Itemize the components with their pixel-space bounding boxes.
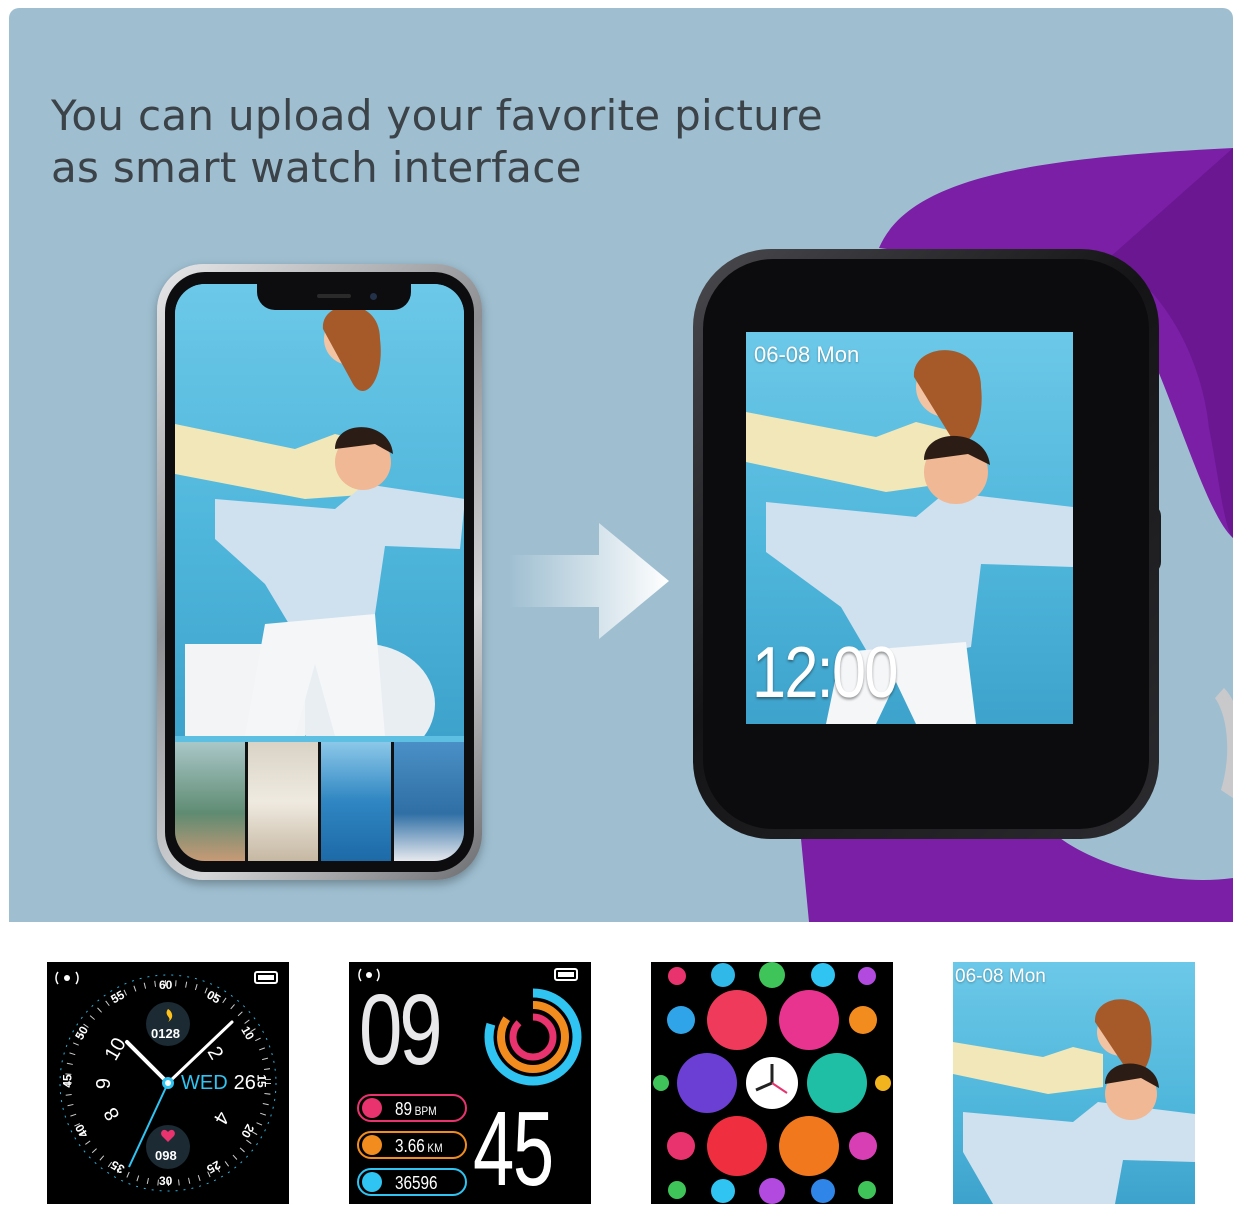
- app-icon-grid: [653, 962, 891, 1204]
- thumbnail-4[interactable]: [394, 742, 464, 861]
- watch-face-app-menu[interactable]: [651, 962, 893, 1204]
- watch-face-digital[interactable]: 09 45 89 BPM 3.66 KM 36596: [349, 962, 591, 1204]
- watch-face-photo[interactable]: 06-08 Mon: [953, 962, 1195, 1204]
- digital-hour: 09: [359, 974, 443, 1086]
- location-pin-icon: [362, 1135, 382, 1155]
- phone-screen: [175, 284, 464, 861]
- dial-60: 60: [159, 978, 173, 992]
- arrow-right-icon: [509, 523, 669, 639]
- camera-icon: [370, 293, 377, 300]
- shoe-icon: [362, 1172, 382, 1192]
- watch-face-analog[interactable]: 60 05 10 15 20 25 30 35 40 45 50 55 10 2…: [47, 962, 289, 1204]
- steps-value: 36596: [395, 1173, 438, 1193]
- photo-face-date: 06-08 Mon: [955, 966, 1046, 987]
- phone-notch: [257, 284, 411, 310]
- heart-rate-count: 098: [155, 1148, 177, 1163]
- digital-minute: 45: [473, 1090, 554, 1204]
- weekday: WED: [181, 1072, 228, 1094]
- steps-count: 0128: [151, 1026, 180, 1041]
- smartphone: [157, 264, 482, 880]
- watch-time: 12:00: [752, 633, 898, 713]
- thumbnail-3[interactable]: [321, 742, 391, 861]
- heart-rate-pill: 89 BPM: [357, 1094, 467, 1122]
- heart-rate-value: 89: [395, 1099, 413, 1119]
- distance-pill: 3.66 KM: [357, 1131, 467, 1159]
- couple-photo-illustration: [175, 305, 464, 764]
- hour-9: 9: [93, 1077, 116, 1090]
- distance-unit: KM: [427, 1141, 443, 1155]
- phone-main-photo[interactable]: [175, 284, 464, 764]
- dial-30: 30: [159, 1174, 173, 1188]
- heart-rate-unit: BPM: [414, 1104, 437, 1118]
- steps-pill: 36596: [357, 1168, 467, 1196]
- thumbnail-1[interactable]: [175, 742, 245, 861]
- smartwatch: 06-08 Mon 12:00: [693, 249, 1159, 839]
- thumbnail-2[interactable]: [248, 742, 318, 861]
- dial-15: 15: [254, 1074, 269, 1088]
- watch-face-couple-photo: [953, 999, 1195, 1204]
- watch-screen: 06-08 Mon 12:00: [746, 332, 1073, 724]
- photo-thumbnail-strip: [175, 742, 464, 861]
- watch-date: 06-08 Mon: [754, 342, 860, 367]
- distance-value: 3.66: [395, 1136, 425, 1156]
- speaker-grille: [317, 294, 351, 298]
- watch-face-gallery: 60 05 10 15 20 25 30 35 40 45 50 55 10 2…: [0, 922, 1241, 1230]
- day-date: WED 26: [181, 1072, 256, 1095]
- hero-banner: You can upload your favorite picture as …: [9, 8, 1233, 922]
- dial-45: 45: [60, 1074, 75, 1088]
- heart-icon: [362, 1098, 382, 1118]
- day-of-month: 26: [233, 1072, 256, 1094]
